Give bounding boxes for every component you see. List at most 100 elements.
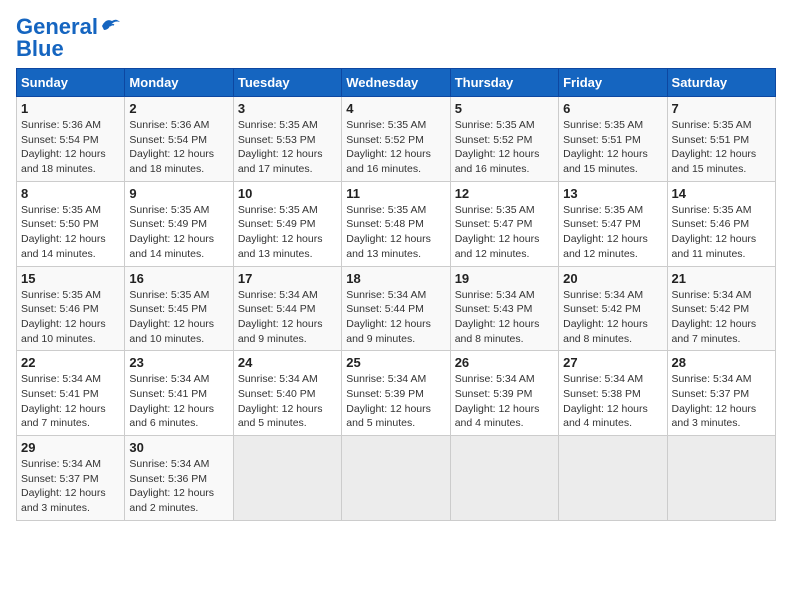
logo-text: General [16, 16, 98, 38]
day-info: Sunrise: 5:35 AM Sunset: 5:51 PM Dayligh… [672, 118, 771, 177]
weekday-header: Monday [125, 69, 233, 97]
day-number: 11 [346, 186, 445, 201]
day-number: 8 [21, 186, 120, 201]
calendar-week-row: 22 Sunrise: 5:34 AM Sunset: 5:41 PM Dayli… [17, 351, 776, 436]
calendar-week-row: 29 Sunrise: 5:34 AM Sunset: 5:37 PM Dayli… [17, 436, 776, 521]
calendar-day-cell: 20 Sunrise: 5:34 AM Sunset: 5:42 PM Dayli… [559, 266, 667, 351]
day-info: Sunrise: 5:35 AM Sunset: 5:50 PM Dayligh… [21, 203, 120, 262]
day-info: Sunrise: 5:35 AM Sunset: 5:47 PM Dayligh… [455, 203, 554, 262]
day-info: Sunrise: 5:34 AM Sunset: 5:37 PM Dayligh… [21, 457, 120, 516]
day-number: 21 [672, 271, 771, 286]
day-number: 9 [129, 186, 228, 201]
calendar-day-cell: 10 Sunrise: 5:35 AM Sunset: 5:49 PM Dayli… [233, 181, 341, 266]
weekday-header: Sunday [17, 69, 125, 97]
day-info: Sunrise: 5:34 AM Sunset: 5:43 PM Dayligh… [455, 288, 554, 347]
day-info: Sunrise: 5:35 AM Sunset: 5:51 PM Dayligh… [563, 118, 662, 177]
day-info: Sunrise: 5:35 AM Sunset: 5:46 PM Dayligh… [21, 288, 120, 347]
day-info: Sunrise: 5:35 AM Sunset: 5:52 PM Dayligh… [455, 118, 554, 177]
calendar-day-cell: 1 Sunrise: 5:36 AM Sunset: 5:54 PM Daylig… [17, 97, 125, 182]
calendar-day-cell: 19 Sunrise: 5:34 AM Sunset: 5:43 PM Dayli… [450, 266, 558, 351]
day-number: 23 [129, 355, 228, 370]
calendar-day-cell: 25 Sunrise: 5:34 AM Sunset: 5:39 PM Dayli… [342, 351, 450, 436]
calendar-day-cell [233, 436, 341, 521]
day-number: 24 [238, 355, 337, 370]
day-info: Sunrise: 5:36 AM Sunset: 5:54 PM Dayligh… [129, 118, 228, 177]
day-info: Sunrise: 5:36 AM Sunset: 5:54 PM Dayligh… [21, 118, 120, 177]
day-info: Sunrise: 5:34 AM Sunset: 5:36 PM Dayligh… [129, 457, 228, 516]
day-number: 17 [238, 271, 337, 286]
day-number: 7 [672, 101, 771, 116]
day-number: 10 [238, 186, 337, 201]
day-number: 3 [238, 101, 337, 116]
calendar-day-cell [667, 436, 775, 521]
weekday-header: Thursday [450, 69, 558, 97]
day-number: 14 [672, 186, 771, 201]
calendar-table: SundayMondayTuesdayWednesdayThursdayFrid… [16, 68, 776, 521]
day-info: Sunrise: 5:35 AM Sunset: 5:53 PM Dayligh… [238, 118, 337, 177]
calendar-day-cell: 29 Sunrise: 5:34 AM Sunset: 5:37 PM Dayli… [17, 436, 125, 521]
day-info: Sunrise: 5:35 AM Sunset: 5:52 PM Dayligh… [346, 118, 445, 177]
day-info: Sunrise: 5:34 AM Sunset: 5:39 PM Dayligh… [346, 372, 445, 431]
day-number: 1 [21, 101, 120, 116]
day-info: Sunrise: 5:35 AM Sunset: 5:48 PM Dayligh… [346, 203, 445, 262]
calendar-day-cell: 2 Sunrise: 5:36 AM Sunset: 5:54 PM Daylig… [125, 97, 233, 182]
calendar-day-cell: 23 Sunrise: 5:34 AM Sunset: 5:41 PM Dayli… [125, 351, 233, 436]
day-info: Sunrise: 5:35 AM Sunset: 5:49 PM Dayligh… [238, 203, 337, 262]
calendar-day-cell: 6Sunrise: 5:35 AM Sunset: 5:51 PM Daylig… [559, 97, 667, 182]
logo-bird-icon [100, 16, 122, 34]
calendar-day-cell: 22 Sunrise: 5:34 AM Sunset: 5:41 PM Dayli… [17, 351, 125, 436]
weekday-header: Saturday [667, 69, 775, 97]
calendar-day-cell: 16 Sunrise: 5:35 AM Sunset: 5:45 PM Dayli… [125, 266, 233, 351]
calendar-day-cell: 14Sunrise: 5:35 AM Sunset: 5:46 PM Dayli… [667, 181, 775, 266]
day-info: Sunrise: 5:34 AM Sunset: 5:41 PM Dayligh… [129, 372, 228, 431]
logo: General Blue [16, 16, 122, 60]
day-info: Sunrise: 5:34 AM Sunset: 5:44 PM Dayligh… [238, 288, 337, 347]
page-header: General Blue [16, 16, 776, 60]
calendar-day-cell: 9 Sunrise: 5:35 AM Sunset: 5:49 PM Daylig… [125, 181, 233, 266]
calendar-day-cell: 12 Sunrise: 5:35 AM Sunset: 5:47 PM Dayli… [450, 181, 558, 266]
day-info: Sunrise: 5:35 AM Sunset: 5:49 PM Dayligh… [129, 203, 228, 262]
calendar-day-cell: 26 Sunrise: 5:34 AM Sunset: 5:39 PM Dayli… [450, 351, 558, 436]
day-number: 20 [563, 271, 662, 286]
calendar-week-row: 8 Sunrise: 5:35 AM Sunset: 5:50 PM Daylig… [17, 181, 776, 266]
day-number: 19 [455, 271, 554, 286]
calendar-day-cell: 30Sunrise: 5:34 AM Sunset: 5:36 PM Dayli… [125, 436, 233, 521]
calendar-day-cell: 11 Sunrise: 5:35 AM Sunset: 5:48 PM Dayli… [342, 181, 450, 266]
calendar-day-cell: 13 Sunrise: 5:35 AM Sunset: 5:47 PM Dayli… [559, 181, 667, 266]
calendar-day-cell [559, 436, 667, 521]
day-info: Sunrise: 5:34 AM Sunset: 5:38 PM Dayligh… [563, 372, 662, 431]
day-number: 2 [129, 101, 228, 116]
calendar-day-cell: 21Sunrise: 5:34 AM Sunset: 5:42 PM Dayli… [667, 266, 775, 351]
day-info: Sunrise: 5:35 AM Sunset: 5:45 PM Dayligh… [129, 288, 228, 347]
calendar-day-cell: 27 Sunrise: 5:34 AM Sunset: 5:38 PM Dayli… [559, 351, 667, 436]
day-number: 16 [129, 271, 228, 286]
calendar-week-row: 1 Sunrise: 5:36 AM Sunset: 5:54 PM Daylig… [17, 97, 776, 182]
calendar-header: SundayMondayTuesdayWednesdayThursdayFrid… [17, 69, 776, 97]
day-info: Sunrise: 5:35 AM Sunset: 5:47 PM Dayligh… [563, 203, 662, 262]
day-number: 18 [346, 271, 445, 286]
calendar-day-cell [450, 436, 558, 521]
weekday-header: Wednesday [342, 69, 450, 97]
weekday-header: Friday [559, 69, 667, 97]
calendar-day-cell: 8 Sunrise: 5:35 AM Sunset: 5:50 PM Daylig… [17, 181, 125, 266]
day-number: 27 [563, 355, 662, 370]
day-info: Sunrise: 5:34 AM Sunset: 5:39 PM Dayligh… [455, 372, 554, 431]
day-number: 29 [21, 440, 120, 455]
calendar-day-cell: 28Sunrise: 5:34 AM Sunset: 5:37 PM Dayli… [667, 351, 775, 436]
calendar-day-cell: 24Sunrise: 5:34 AM Sunset: 5:40 PM Dayli… [233, 351, 341, 436]
day-info: Sunrise: 5:34 AM Sunset: 5:41 PM Dayligh… [21, 372, 120, 431]
day-number: 22 [21, 355, 120, 370]
day-number: 25 [346, 355, 445, 370]
day-number: 5 [455, 101, 554, 116]
weekday-header: Tuesday [233, 69, 341, 97]
day-info: Sunrise: 5:34 AM Sunset: 5:44 PM Dayligh… [346, 288, 445, 347]
day-number: 26 [455, 355, 554, 370]
day-number: 4 [346, 101, 445, 116]
day-info: Sunrise: 5:34 AM Sunset: 5:37 PM Dayligh… [672, 372, 771, 431]
calendar-week-row: 15Sunrise: 5:35 AM Sunset: 5:46 PM Dayli… [17, 266, 776, 351]
logo-text-blue: Blue [16, 38, 64, 60]
day-number: 13 [563, 186, 662, 201]
day-info: Sunrise: 5:34 AM Sunset: 5:42 PM Dayligh… [563, 288, 662, 347]
day-number: 12 [455, 186, 554, 201]
calendar-day-cell: 3 Sunrise: 5:35 AM Sunset: 5:53 PM Daylig… [233, 97, 341, 182]
